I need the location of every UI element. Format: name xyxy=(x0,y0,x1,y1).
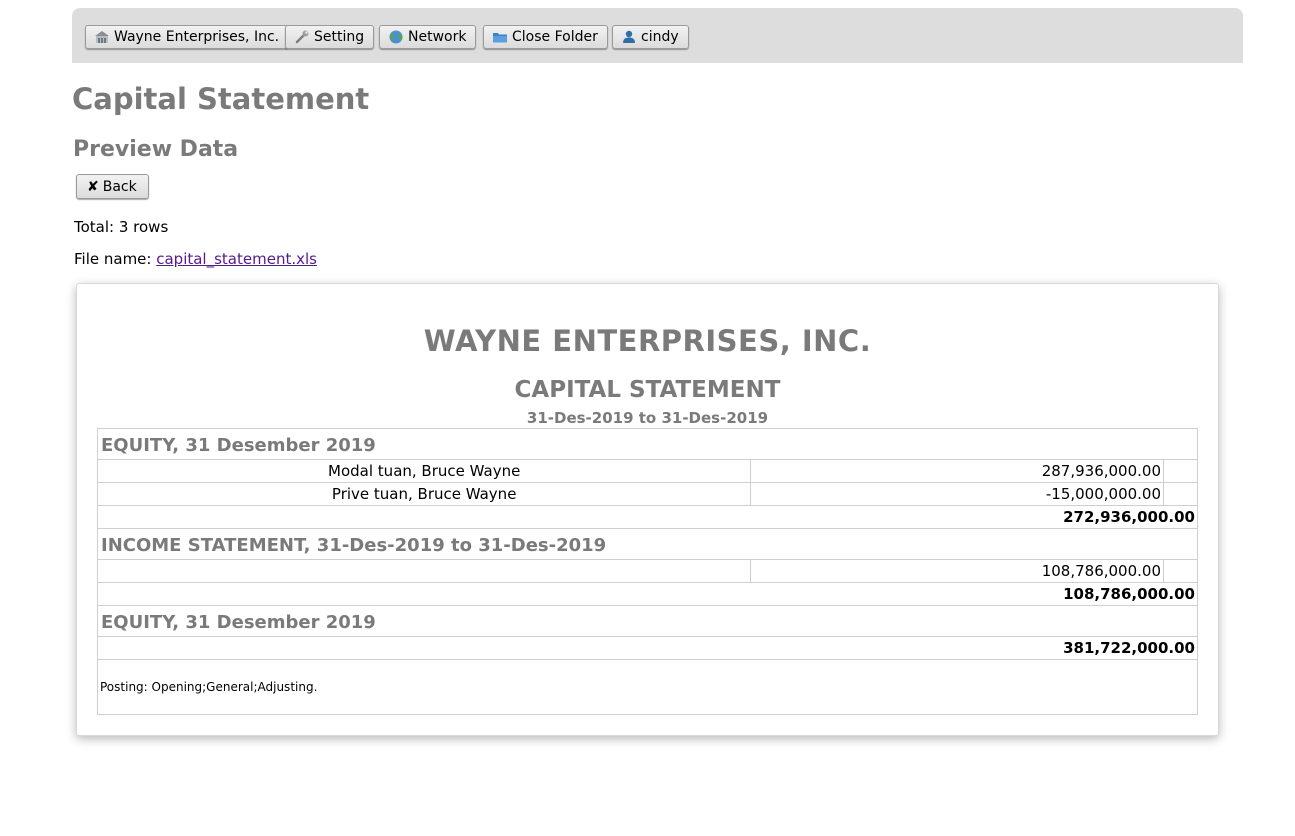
empty-cell xyxy=(1163,459,1198,483)
user-button-label: cindy xyxy=(641,29,679,45)
company-button-label: Wayne Enterprises, Inc. xyxy=(114,29,280,45)
equity-closing-heading: EQUITY, 31 Desember 2019 xyxy=(97,605,1198,637)
empty-cell xyxy=(1163,482,1198,506)
file-name-link[interactable]: capital_statement.xls xyxy=(156,250,317,268)
capital-statement-table: EQUITY, 31 Desember 2019 Modal tuan, Bru… xyxy=(96,428,1198,715)
subtotal-row: 272,936,000.00 xyxy=(97,505,1198,529)
network-button-label: Network xyxy=(408,29,467,45)
section-heading-row: EQUITY, 31 Desember 2019 xyxy=(97,605,1198,637)
wrench-icon xyxy=(294,30,310,44)
table-row: 108,786,000.00 xyxy=(96,559,1198,583)
close-folder-button[interactable]: Close Folder xyxy=(483,25,608,49)
table-row: Prive tuan, Bruce Wayne -15,000,000.00 xyxy=(96,482,1198,506)
file-name-line: File name: capital_statement.xls xyxy=(74,250,317,268)
line-description: Modal tuan, Bruce Wayne xyxy=(96,459,752,483)
report-company-name: WAYNE ENTERPRISES, INC. xyxy=(423,324,872,358)
income-subtotal: 108,786,000.00 xyxy=(97,582,1198,606)
equity-closing-total: 381,722,000.00 xyxy=(97,636,1198,660)
total-rows-text: Total: 3 rows xyxy=(74,218,169,236)
section-heading-row: EQUITY, 31 Desember 2019 xyxy=(97,428,1198,460)
folder-icon xyxy=(492,30,508,44)
file-name-prefix: File name: xyxy=(74,250,157,268)
setting-button[interactable]: Setting xyxy=(285,25,375,49)
line-amount: 108,786,000.00 xyxy=(750,559,1165,583)
back-button-label: Back xyxy=(102,178,137,195)
line-amount: 287,936,000.00 xyxy=(750,459,1165,483)
close-x-icon: ✘ xyxy=(87,178,99,195)
grand-total-row: 381,722,000.00 xyxy=(97,636,1198,660)
posting-note: Posting: Opening;General;Adjusting. xyxy=(97,659,1198,715)
income-statement-heading: INCOME STATEMENT, 31-Des-2019 to 31-Des-… xyxy=(97,528,1198,560)
subtotal-row: 108,786,000.00 xyxy=(97,582,1198,606)
table-row: Modal tuan, Bruce Wayne 287,936,000.00 xyxy=(96,459,1198,483)
close-folder-button-label: Close Folder xyxy=(512,29,598,45)
section-heading-row: INCOME STATEMENT, 31-Des-2019 to 31-Des-… xyxy=(97,528,1198,560)
setting-button-label: Setting xyxy=(314,29,365,45)
footer-row: Posting: Opening;General;Adjusting. xyxy=(97,659,1198,715)
company-button[interactable]: Wayne Enterprises, Inc. xyxy=(85,25,290,49)
back-button[interactable]: ✘ Back xyxy=(76,174,149,199)
page-title: Capital Statement xyxy=(72,82,370,116)
building-icon xyxy=(94,30,110,44)
line-amount: -15,000,000.00 xyxy=(750,482,1165,506)
globe-icon xyxy=(388,30,404,44)
user-button[interactable]: cindy xyxy=(612,25,689,49)
report-preview-card: WAYNE ENTERPRISES, INC. CAPITAL STATEMEN… xyxy=(76,283,1219,736)
user-icon xyxy=(621,30,637,44)
report-title: CAPITAL STATEMENT xyxy=(514,377,781,403)
top-toolbar: Wayne Enterprises, Inc. Setting Network … xyxy=(72,8,1243,63)
network-button[interactable]: Network xyxy=(379,25,477,49)
line-description xyxy=(96,559,752,583)
equity-subtotal: 272,936,000.00 xyxy=(97,505,1198,529)
report-period: 31-Des-2019 to 31-Des-2019 xyxy=(526,409,769,427)
preview-data-heading: Preview Data xyxy=(73,137,239,162)
empty-cell xyxy=(1163,559,1198,583)
equity-opening-heading: EQUITY, 31 Desember 2019 xyxy=(97,428,1198,460)
line-description: Prive tuan, Bruce Wayne xyxy=(96,482,752,506)
